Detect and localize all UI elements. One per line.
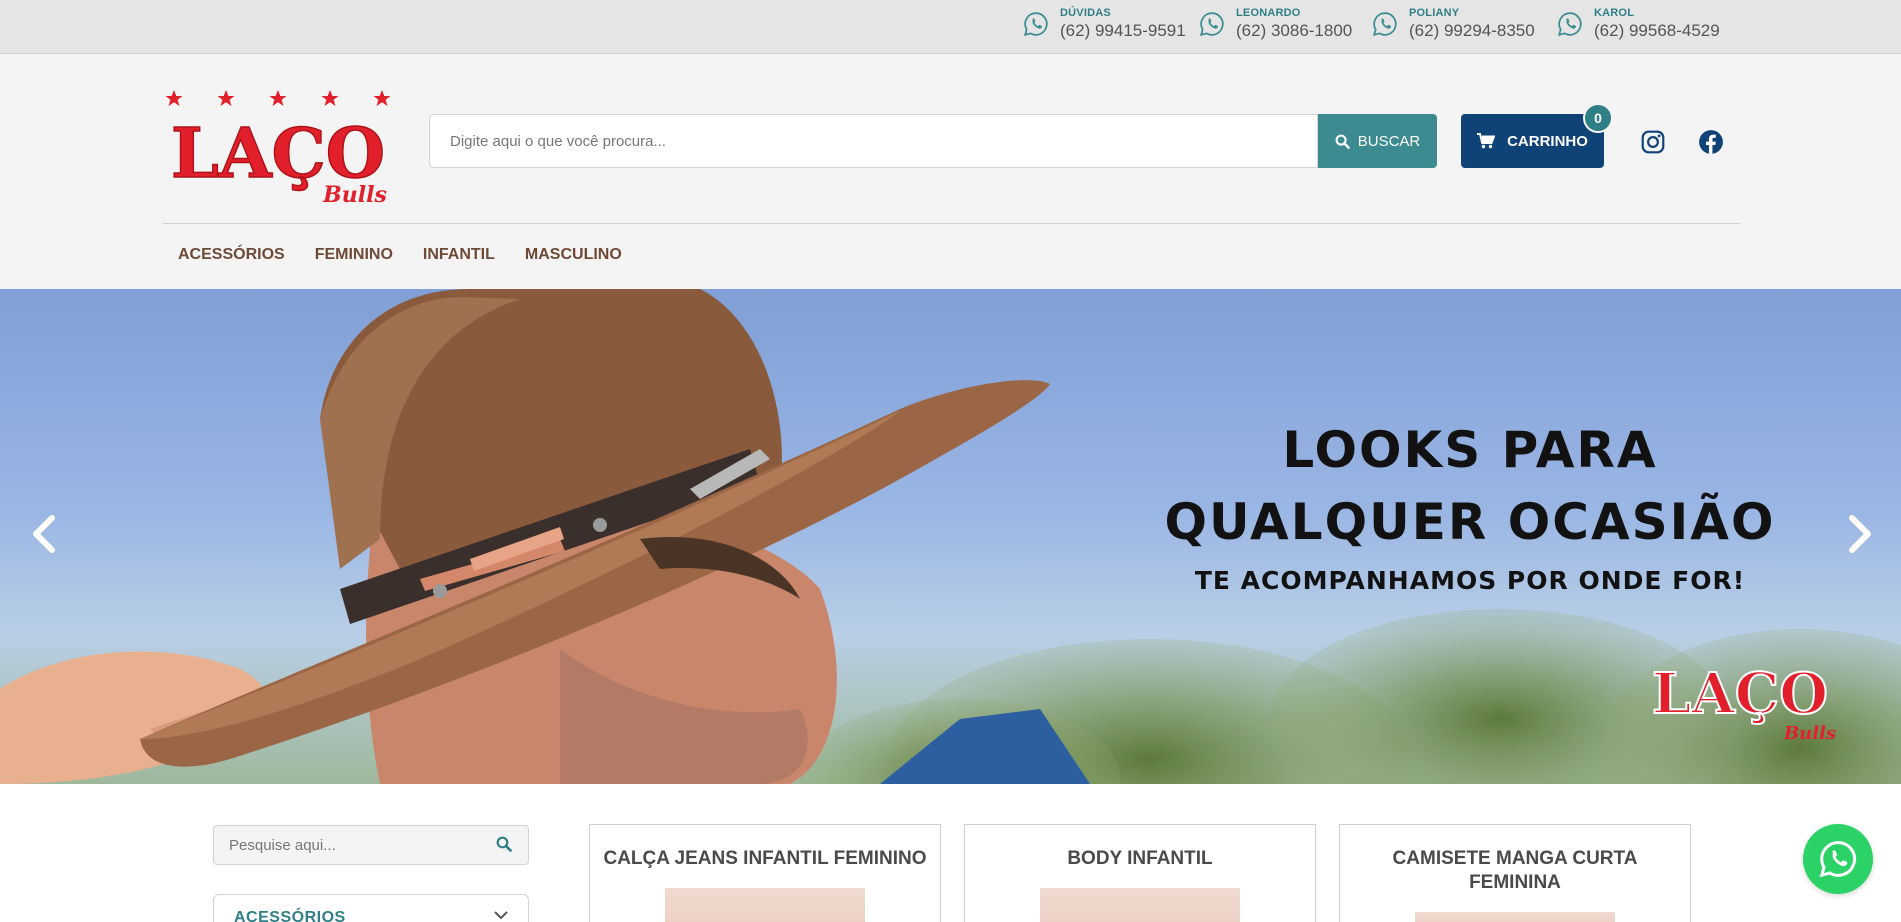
contact-poliany[interactable]: POLIANY (62) 99294-8350 <box>1372 6 1535 42</box>
search-input[interactable] <box>429 114 1318 168</box>
laco-bulls-logo[interactable]: LAÇO Bulls <box>160 82 400 212</box>
sidebar-search <box>213 825 529 865</box>
product-image[interactable] <box>1415 912 1615 922</box>
site-header: LAÇO Bulls BUSCAR CARRINHO 0 ACESSÓRIOS … <box>0 54 1901 289</box>
product-title[interactable]: CAMISETE MANGA CURTA FEMININA <box>1350 847 1680 895</box>
cart-label: CARRINHO <box>1507 132 1588 150</box>
instagram-icon[interactable] <box>1640 129 1666 155</box>
svg-text:Bulls: Bulls <box>1783 723 1836 744</box>
hero-laco-logo: LAÇO Bulls <box>1651 660 1836 744</box>
hero-headline-line1: LOOKS PARA <box>1282 421 1658 479</box>
cart-button[interactable]: CARRINHO <box>1461 114 1604 168</box>
hero-headline-line2: QUALQUER OCASIÃO <box>1164 493 1776 551</box>
contact-name: POLIANY <box>1409 7 1460 19</box>
whatsapp-icon <box>1023 12 1048 37</box>
product-card[interactable]: CAMISETE MANGA CURTA FEMININA <box>1339 824 1691 922</box>
whatsapp-icon <box>1199 12 1224 37</box>
carousel-next-arrow[interactable] <box>1840 504 1880 564</box>
cart-count-badge: 0 <box>1583 103 1613 133</box>
search-button[interactable]: BUSCAR <box>1318 114 1437 168</box>
contact-leonardo[interactable]: LEONARDO (62) 3086-1800 <box>1199 6 1352 42</box>
contact-name: DÚVIDAS <box>1060 7 1111 19</box>
whatsapp-icon <box>1557 12 1582 37</box>
whatsapp-icon <box>1372 12 1397 37</box>
hero-text: LOOKS PARA QUALQUER OCASIÃO TE ACOMPANHA… <box>1140 414 1800 595</box>
contact-phone: (62) 99294-8350 <box>1409 21 1535 40</box>
sidebar-search-input[interactable] <box>214 826 484 864</box>
category-label: ACESSÓRIOS <box>234 909 346 922</box>
search-button-label: BUSCAR <box>1357 132 1421 150</box>
header-divider <box>163 223 1740 224</box>
contact-phone: (62) 3086-1800 <box>1236 21 1353 40</box>
nav-item-feminino[interactable]: FEMININO <box>315 246 393 264</box>
contact-name: KAROL <box>1594 7 1635 19</box>
whatsapp-icon <box>1819 841 1857 878</box>
contact-phone: (62) 99568-4529 <box>1594 21 1720 40</box>
nav-item-infantil[interactable]: INFANTIL <box>423 246 495 264</box>
product-card[interactable]: BODY INFANTIL <box>964 824 1316 922</box>
product-card[interactable]: CALÇA JEANS INFANTIL FEMININO <box>589 824 941 922</box>
sidebar-category-acessorios[interactable]: ACESSÓRIOS <box>213 894 529 922</box>
svg-text:LAÇO: LAÇO <box>1652 661 1828 727</box>
search-icon <box>1335 134 1350 149</box>
facebook-icon[interactable] <box>1698 129 1724 155</box>
hero-banner[interactable]: LOOKS PARA QUALQUER OCASIÃO TE ACOMPANHA… <box>0 289 1901 784</box>
product-image[interactable] <box>665 888 865 922</box>
product-title[interactable]: BODY INFANTIL <box>975 847 1305 871</box>
search-bar: BUSCAR <box>429 114 1437 168</box>
svg-text:Bulls: Bulls <box>322 182 387 208</box>
cart-icon <box>1477 133 1496 149</box>
contact-phone: (62) 99415-9591 <box>1060 21 1186 40</box>
product-title[interactable]: CALÇA JEANS INFANTIL FEMININO <box>600 847 930 871</box>
whatsapp-float-button[interactable] <box>1803 824 1873 894</box>
product-image[interactable] <box>1040 888 1240 922</box>
contact-karol[interactable]: KAROL (62) 99568-4529 <box>1557 6 1720 42</box>
hero-subheadline: TE ACOMPANHAMOS POR ONDE FOR! <box>1194 566 1746 595</box>
search-icon[interactable] <box>496 836 512 852</box>
chevron-down-icon <box>494 911 508 920</box>
nav-item-masculino[interactable]: MASCULINO <box>525 246 622 264</box>
carousel-prev-arrow[interactable] <box>24 504 64 564</box>
nav-item-acessorios[interactable]: ACESSÓRIOS <box>178 246 285 264</box>
top-contact-bar: DÚVIDAS (62) 99415-9591 LEONARDO (62) 30… <box>0 0 1901 54</box>
contact-duvidas[interactable]: DÚVIDAS (62) 99415-9591 <box>1023 6 1186 42</box>
main-nav: ACESSÓRIOS FEMININO INFANTIL MASCULINO <box>163 246 637 264</box>
contact-name: LEONARDO <box>1236 7 1301 19</box>
